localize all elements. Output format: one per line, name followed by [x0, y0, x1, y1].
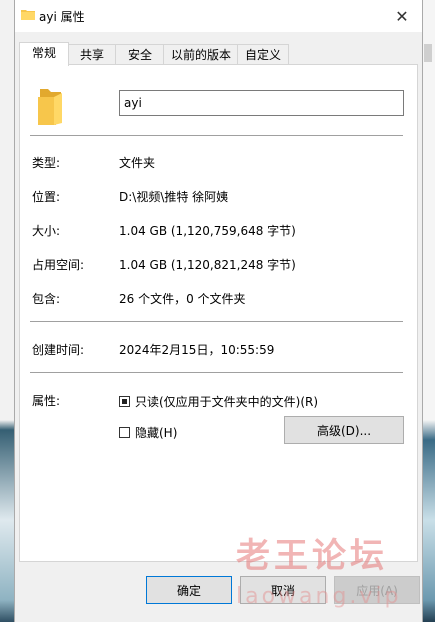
watermark: 老王论坛: [236, 536, 388, 576]
background-left: [0, 0, 14, 622]
readonly-checkbox[interactable]: 只读(仅应用于文件夹中的文件)(R): [119, 393, 318, 410]
close-icon: ✕: [395, 6, 409, 26]
created-label: 创建时间:: [32, 343, 85, 357]
size-on-disk-value: 1.04 GB (1,120,821,248 字节): [119, 258, 296, 272]
divider: [30, 372, 403, 373]
tab-customize[interactable]: 自定义: [237, 44, 289, 65]
background-right: [421, 0, 435, 622]
type-label: 类型:: [32, 156, 61, 170]
created-value: 2024年2月15日，10:55:59: [119, 343, 275, 357]
location-value: D:\视频\推特 徐阿姨: [119, 190, 229, 204]
tab-sharing[interactable]: 共享: [67, 44, 117, 65]
divider: [30, 321, 403, 322]
contains-label: 包含:: [32, 292, 61, 306]
general-panel: 类型: 文件夹 位置: D:\视频\推特 徐阿姨 大小: 1.04 GB (1,…: [19, 64, 418, 562]
title-bar[interactable]: ayi 属性 ✕: [15, 0, 422, 32]
tab-previous-versions[interactable]: 以前的版本: [163, 44, 239, 65]
hidden-checkbox[interactable]: 隐藏(H): [119, 424, 177, 441]
close-button[interactable]: ✕: [382, 0, 422, 32]
folder-icon: [21, 10, 35, 20]
ok-button[interactable]: 确定: [146, 576, 232, 604]
tab-security[interactable]: 安全: [115, 44, 165, 65]
contains-value: 26 个文件，0 个文件夹: [119, 292, 246, 306]
attributes-label: 属性:: [32, 394, 61, 408]
size-value: 1.04 GB (1,120,759,648 字节): [119, 224, 296, 238]
background-element: [424, 44, 432, 62]
readonly-label: 只读(仅应用于文件夹中的文件)(R): [135, 395, 319, 409]
size-on-disk-label: 占用空间:: [32, 258, 85, 272]
type-value: 文件夹: [119, 156, 156, 170]
size-label: 大小:: [32, 224, 61, 238]
checkbox-indeterminate-icon: [119, 396, 130, 407]
folder-icon: [38, 89, 62, 125]
window-title: ayi 属性: [39, 10, 85, 24]
checkbox-unchecked-icon: [119, 427, 130, 438]
watermark-subtext: laowang.vip: [236, 584, 402, 609]
advanced-button[interactable]: 高级(D)...: [284, 416, 404, 444]
divider: [30, 135, 403, 136]
hidden-label: 隐藏(H): [135, 426, 178, 440]
tab-general[interactable]: 常规: [19, 42, 69, 66]
folder-name-input[interactable]: [119, 90, 404, 116]
location-label: 位置:: [32, 190, 61, 204]
